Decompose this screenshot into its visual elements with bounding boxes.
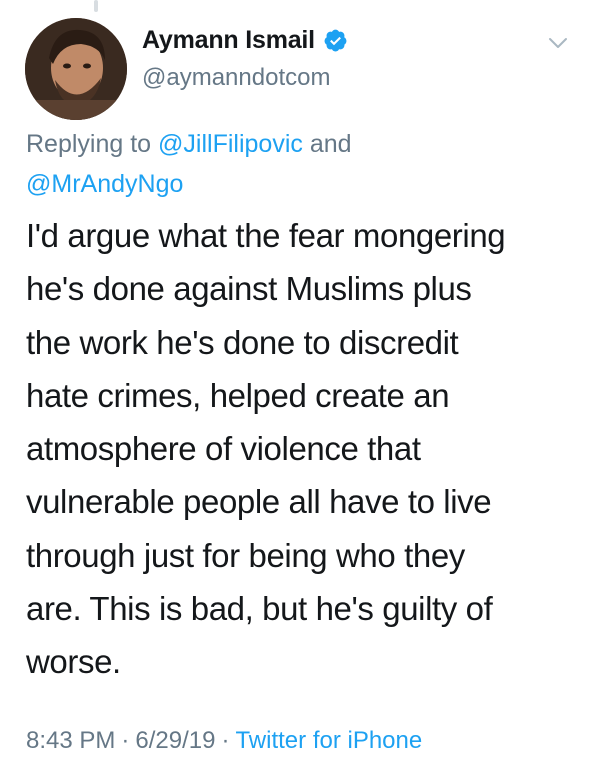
tweet-date[interactable]: 6/29/19 xyxy=(135,727,215,754)
tweet-line: hate crimes, helped create an xyxy=(26,376,450,414)
tweet-metadata: 8:43 PM · 6/29/19 · Twitter for iPhone xyxy=(26,727,422,755)
author-name-row[interactable]: Aymann Ismail xyxy=(142,26,348,55)
tweet-time[interactable]: 8:43 PM xyxy=(26,727,115,754)
verified-badge-icon xyxy=(324,29,347,52)
tweet-line: I'd argue what the fear mongering xyxy=(26,217,506,254)
tweet-line: he's done against Muslims plus xyxy=(26,270,472,308)
tweet-line: through just for being who they xyxy=(26,536,465,574)
tweet-source-link[interactable]: Twitter for iPhone xyxy=(235,727,422,754)
author-display-name[interactable]: Aymann Ismail xyxy=(142,26,315,55)
replying-to-prefix: Replying to xyxy=(26,130,152,158)
thread-connector-line xyxy=(94,0,98,12)
tweet-text: I'd argue what the fear mongering he's d… xyxy=(26,209,574,689)
author-avatar[interactable] xyxy=(25,18,127,120)
author-handle[interactable]: @aymanndotcom xyxy=(142,64,330,92)
replying-to-conjunction: and xyxy=(309,130,352,158)
tweet-line: vulnerable people all have to live xyxy=(26,483,492,521)
profile-avatar-icon xyxy=(25,18,127,120)
tweet-line: the work he's done to discredit xyxy=(26,323,459,361)
tweet-line: are. This is bad, but he's guilty of xyxy=(26,590,493,628)
meta-separator: · xyxy=(221,727,230,754)
tweet-line: atmosphere of violence that xyxy=(26,430,421,468)
replying-to: Replying to @JillFilipovic and @MrAndyNg… xyxy=(26,124,546,204)
mention-link-jillfilipovic[interactable]: @JillFilipovic xyxy=(158,130,303,158)
mention-link-mrandyngo[interactable]: @MrAndyNgo xyxy=(26,170,183,198)
meta-separator: · xyxy=(121,727,130,754)
chevron-down-icon[interactable] xyxy=(548,36,568,50)
tweet-line: worse. xyxy=(26,643,121,681)
